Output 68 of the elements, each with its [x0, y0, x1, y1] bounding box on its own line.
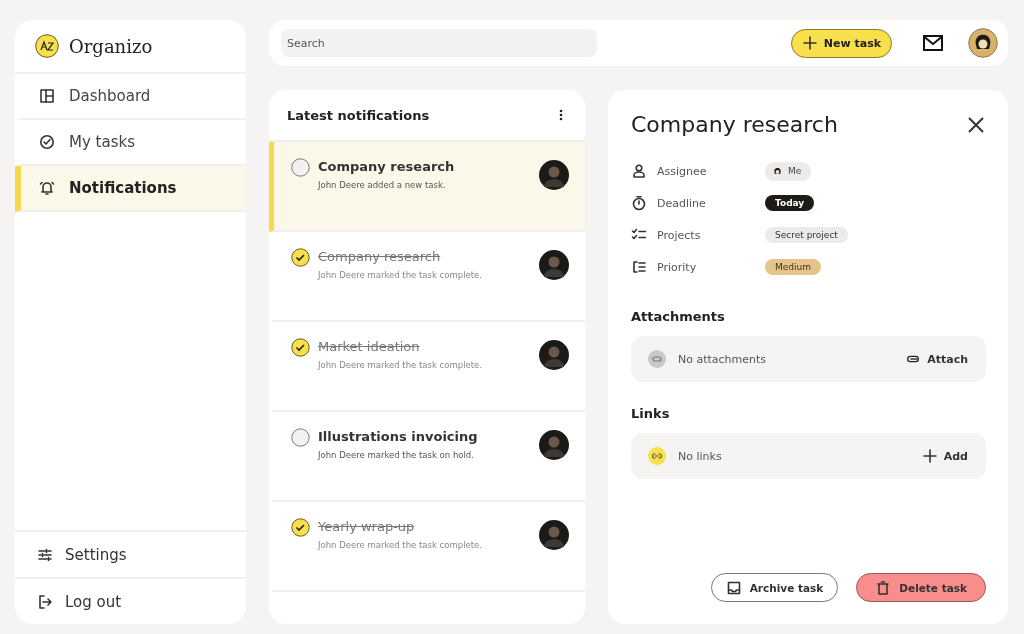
- notification-title: Company research: [318, 249, 442, 264]
- notification-title: Illustrations invoicing: [318, 429, 479, 444]
- checkbox[interactable]: [291, 158, 310, 177]
- notification-message: John Deere marked the task complete.: [318, 540, 483, 550]
- app-name: Organizo: [69, 35, 153, 57]
- property-tag: Today: [765, 195, 815, 211]
- trash-icon: [875, 579, 892, 596]
- notification-message: John Deere added a new task.: [318, 180, 447, 190]
- attach-button[interactable]: Attach: [905, 351, 968, 367]
- logout-icon: [37, 593, 53, 610]
- task-title: Company research: [631, 112, 838, 137]
- notification-item[interactable]: Yearly wrap-up John Deere marked the task complete.: [269, 502, 585, 592]
- property-label: Projects: [657, 228, 702, 242]
- close-icon[interactable]: [966, 114, 986, 135]
- priority-icon: [631, 259, 647, 275]
- property-tag: Secret project: [765, 227, 848, 243]
- notification-title: Yearly wrap-up: [318, 519, 416, 534]
- empty-state-text: No attachments: [678, 352, 768, 366]
- stopwatch-icon: [631, 195, 647, 211]
- notification-title: Market ideation: [318, 339, 421, 354]
- avatar: [539, 430, 569, 460]
- dashboard-icon: [39, 88, 55, 104]
- section-heading: Links: [631, 406, 671, 421]
- nav-item[interactable]: Notifications: [15, 166, 246, 212]
- empty-state-text: No links: [678, 449, 723, 463]
- paperclip-icon: [648, 350, 666, 368]
- nav-item[interactable]: Dashboard: [15, 74, 246, 120]
- check-circle-icon: [39, 134, 55, 150]
- archive-button[interactable]: Archive task: [710, 573, 839, 602]
- sliders-icon: [37, 546, 53, 563]
- property-label: Assignee: [657, 164, 708, 178]
- plus-icon: [921, 448, 938, 464]
- inbox-icon: [725, 579, 742, 596]
- mail-icon[interactable]: [922, 32, 944, 54]
- add-link-button[interactable]: Add: [921, 448, 968, 464]
- bell-icon: [39, 180, 55, 196]
- new-task-button[interactable]: New task: [790, 28, 892, 58]
- notification-message: John Deere marked the task complete.: [318, 270, 483, 280]
- panel-title: Latest notifications: [287, 107, 430, 123]
- avatar: [539, 250, 569, 280]
- search-field[interactable]: Search: [281, 29, 597, 57]
- notification-item[interactable]: Illustrations invoicing John Deere marked the task on hold.: [269, 412, 585, 502]
- property-label: Deadline: [657, 196, 707, 210]
- notification-title: Company research: [318, 159, 456, 174]
- avatar: [539, 340, 569, 370]
- plus-icon: [801, 35, 818, 51]
- person-icon: [631, 163, 647, 179]
- avatar: [539, 160, 569, 190]
- notification-item[interactable]: Company research John Deere marked the task complete.: [269, 232, 585, 322]
- checkbox[interactable]: [291, 518, 310, 537]
- nav-item[interactable]: Settings: [15, 530, 246, 577]
- delete-button[interactable]: Delete task: [856, 573, 986, 602]
- profile-avatar: [968, 28, 998, 58]
- link-icon: [648, 447, 666, 465]
- avatar: [539, 520, 569, 550]
- nav-item[interactable]: Log out: [15, 577, 246, 624]
- notification-item[interactable]: Company research John Deere added a new task.: [269, 142, 585, 232]
- notification-message: John Deere marked the task complete.: [318, 360, 483, 370]
- checkbox[interactable]: [291, 428, 310, 447]
- checkbox[interactable]: [291, 248, 310, 267]
- section-heading: Attachments: [631, 309, 726, 324]
- property-tag: Medium: [765, 259, 821, 275]
- checkbox[interactable]: [291, 338, 310, 357]
- property-label: Priority: [657, 260, 698, 274]
- logo-icon: [35, 34, 59, 58]
- notification-message: John Deere marked the task on hold.: [318, 450, 475, 460]
- notification-item[interactable]: Market ideation John Deere marked the task complete.: [269, 322, 585, 412]
- property-tag: Me: [765, 161, 812, 181]
